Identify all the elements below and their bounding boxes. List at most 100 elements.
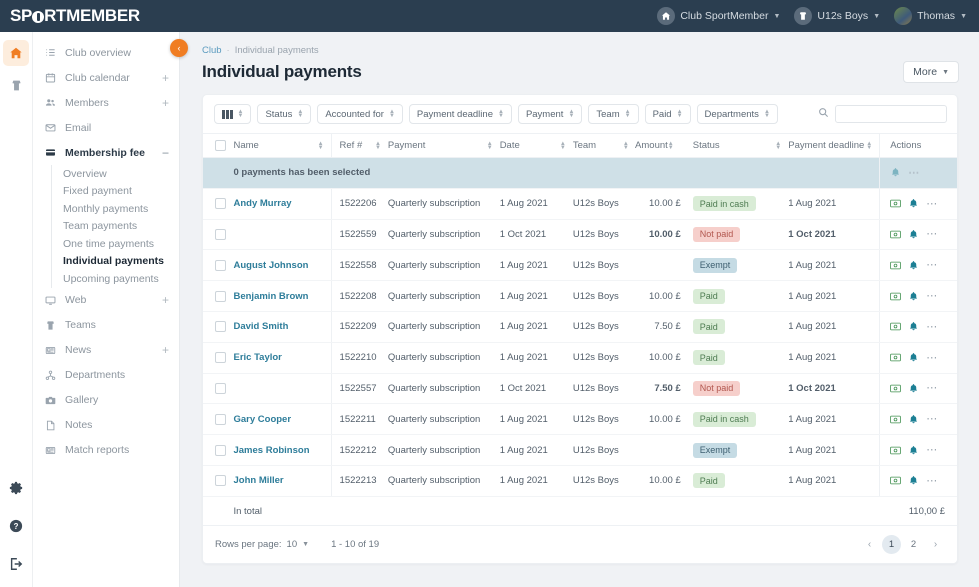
sidebar-item-club-overview[interactable]: Club overview [33, 40, 179, 65]
sidebar-collapse-button[interactable]: ‹ [170, 39, 188, 57]
sidebar-item-upcoming-payments[interactable]: Upcoming payments [52, 270, 179, 288]
user-menu[interactable]: Thomas ▼ [894, 7, 967, 25]
row-checkbox[interactable] [215, 198, 226, 209]
columns-selector[interactable]: ▲▼ [214, 104, 251, 124]
register-payment-icon[interactable] [890, 292, 901, 301]
select-all-checkbox[interactable] [215, 140, 226, 151]
filter-team[interactable]: Team ▲▼ [588, 104, 638, 124]
expand-toggle[interactable]: + [162, 97, 169, 109]
register-payment-icon[interactable] [890, 322, 901, 331]
bell-icon[interactable] [890, 167, 901, 178]
expand-toggle[interactable]: + [162, 344, 169, 356]
register-payment-icon[interactable] [890, 446, 901, 455]
table-row[interactable]: Benjamin Brown1522208Quarterly subscript… [203, 281, 957, 312]
club-switcher[interactable]: Club SportMember ▼ [657, 7, 780, 25]
header-date[interactable]: Date▲▼ [500, 134, 573, 158]
row-menu-icon[interactable]: ⋯ [926, 477, 938, 485]
row-menu-icon[interactable]: ⋯ [926, 230, 938, 238]
page-button-2[interactable]: 2 [904, 535, 923, 554]
next-page-button[interactable]: › [926, 535, 945, 554]
table-row[interactable]: Andy Murray1522206Quarterly subscription… [203, 188, 957, 219]
gear-icon[interactable] [3, 475, 29, 501]
sidebar-item-members[interactable]: Members + [33, 90, 179, 115]
bell-icon[interactable] [908, 383, 919, 394]
register-payment-icon[interactable] [890, 199, 901, 208]
row-checkbox[interactable] [215, 260, 226, 271]
sidebar-item-individual-payments[interactable]: Individual payments [52, 253, 179, 271]
row-menu-icon[interactable]: ⋯ [908, 169, 920, 177]
register-payment-icon[interactable] [890, 476, 901, 485]
sidebar-item-web[interactable]: Web + [33, 288, 179, 313]
header-status[interactable]: Status▲▼ [693, 134, 789, 158]
prev-page-button[interactable]: ‹ [860, 535, 879, 554]
bell-icon[interactable] [908, 291, 919, 302]
sidebar-item-membership-fee[interactable]: Membership fee − [33, 140, 179, 165]
bell-icon[interactable] [908, 475, 919, 486]
sidebar-item-gallery[interactable]: Gallery [33, 388, 179, 413]
register-payment-icon[interactable] [890, 230, 901, 239]
bell-icon[interactable] [908, 260, 919, 271]
breadcrumb-root[interactable]: Club [202, 45, 222, 56]
bell-icon[interactable] [908, 229, 919, 240]
row-menu-icon[interactable]: ⋯ [926, 323, 938, 331]
rail-item-teams[interactable] [3, 72, 29, 98]
filter-departments[interactable]: Departments ▲▼ [697, 104, 778, 124]
row-menu-icon[interactable]: ⋯ [926, 446, 938, 454]
register-payment-icon[interactable] [890, 415, 901, 424]
row-menu-icon[interactable]: ⋯ [926, 261, 938, 269]
page-button-1[interactable]: 1 [882, 535, 901, 554]
bell-icon[interactable] [908, 321, 919, 332]
row-checkbox[interactable] [215, 383, 226, 394]
row-checkbox[interactable] [215, 475, 226, 486]
member-link[interactable]: August Johnson [233, 260, 308, 271]
row-menu-icon[interactable]: ⋯ [926, 415, 938, 423]
row-checkbox[interactable] [215, 352, 226, 363]
bell-icon[interactable] [908, 445, 919, 456]
sort-arrow-icon[interactable]: ▲▼ [668, 142, 674, 150]
member-link[interactable]: Gary Cooper [233, 414, 291, 425]
sidebar-item-club-calendar[interactable]: Club calendar + [33, 65, 179, 90]
row-checkbox[interactable] [215, 445, 226, 456]
table-row[interactable]: John Miller1522213Quarterly subscription… [203, 465, 957, 496]
sidebar-item-departments[interactable]: Departments [33, 363, 179, 388]
header-amount[interactable]: Amount▲▼ [636, 134, 693, 158]
search-input[interactable] [835, 105, 947, 123]
table-row[interactable]: 1522557Quarterly subscription1 Oct 2021U… [203, 373, 957, 404]
row-checkbox[interactable] [215, 291, 226, 302]
member-link[interactable]: John Miller [233, 475, 283, 486]
sidebar-item-news[interactable]: News + [33, 338, 179, 363]
register-payment-icon[interactable] [890, 353, 901, 362]
header-name[interactable]: Name▲▼ [233, 134, 331, 158]
team-switcher[interactable]: U12s Boys ▼ [794, 7, 880, 25]
member-link[interactable]: Benjamin Brown [233, 291, 308, 302]
rows-per-page-selector[interactable]: Rows per page: 10 ▼ [215, 539, 309, 550]
sidebar-item-team-payments[interactable]: Team payments [52, 218, 179, 236]
register-payment-icon[interactable] [890, 384, 901, 393]
filter-status[interactable]: Status ▲▼ [257, 104, 311, 124]
sidebar-item-one-time-payments[interactable]: One time payments [52, 235, 179, 253]
row-menu-icon[interactable]: ⋯ [926, 384, 938, 392]
member-link[interactable]: Eric Taylor [233, 352, 281, 363]
rail-item-home[interactable] [3, 40, 29, 66]
table-row[interactable]: 1522559Quarterly subscription1 Oct 2021U… [203, 219, 957, 250]
collapse-toggle[interactable]: − [162, 147, 169, 159]
sidebar-item-notes[interactable]: Notes [33, 413, 179, 438]
member-link[interactable]: James Robinson [233, 445, 309, 456]
row-checkbox[interactable] [215, 414, 226, 425]
sort-arrow-icon[interactable]: ▲▼ [775, 142, 781, 150]
table-row[interactable]: Gary Cooper1522211Quarterly subscription… [203, 404, 957, 435]
bell-icon[interactable] [908, 198, 919, 209]
table-row[interactable]: David Smith1522209Quarterly subscription… [203, 311, 957, 342]
bell-icon[interactable] [908, 414, 919, 425]
expand-toggle[interactable]: + [162, 294, 169, 306]
sort-arrow-icon[interactable]: ▲▼ [623, 142, 629, 150]
table-row[interactable]: August Johnson1522558Quarterly subscript… [203, 250, 957, 281]
sidebar-item-email[interactable]: Email [33, 115, 179, 140]
sort-arrow-icon[interactable]: ▲▼ [375, 142, 381, 150]
member-link[interactable]: Andy Murray [233, 198, 291, 209]
filter-payment-deadline[interactable]: Payment deadline ▲▼ [409, 104, 512, 124]
row-checkbox[interactable] [215, 321, 226, 332]
sort-arrow-icon[interactable]: ▲▼ [487, 142, 493, 150]
sidebar-item-overview[interactable]: Overview [52, 165, 179, 183]
more-button[interactable]: More ▼ [903, 61, 959, 83]
